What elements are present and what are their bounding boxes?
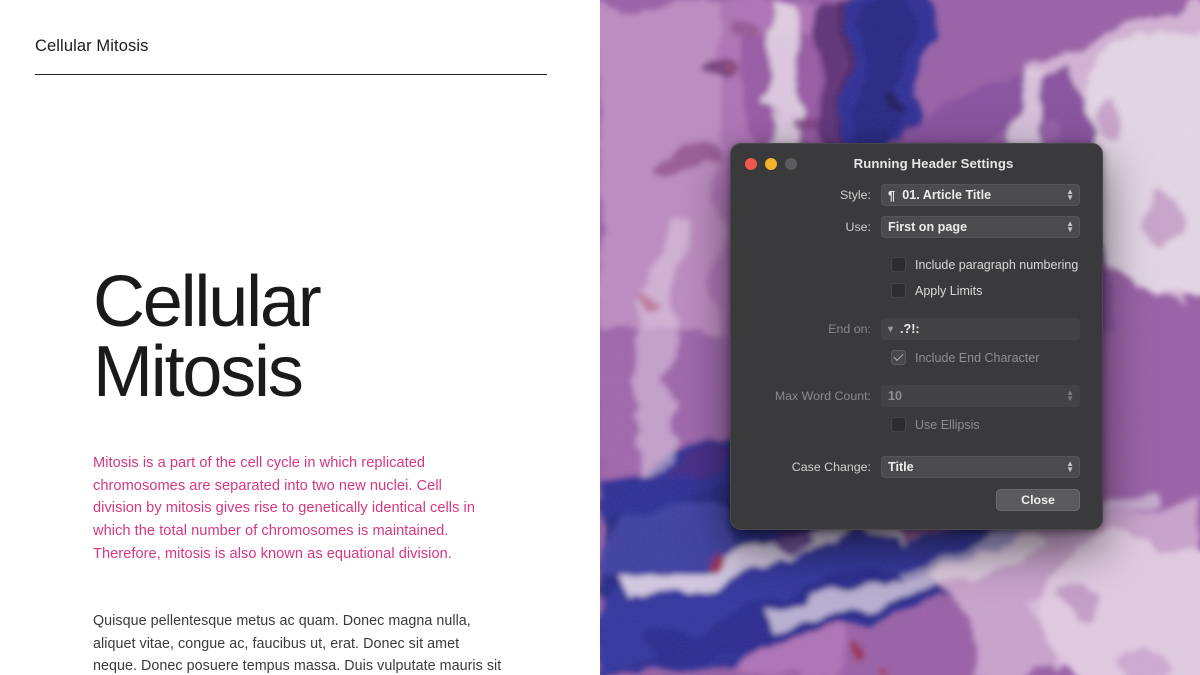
include-paragraph-numbering-row[interactable]: Include paragraph numbering xyxy=(891,257,1080,272)
running-header-text: Cellular Mitosis xyxy=(35,37,149,55)
include-paragraph-numbering-label: Include paragraph numbering xyxy=(915,257,1079,272)
use-select[interactable]: First on page ▲ ▼ xyxy=(881,216,1080,238)
case-change-value: Title xyxy=(888,460,914,474)
chevron-down-icon: ▾ xyxy=(888,323,894,335)
chevron-updown-icon[interactable]: ▲ ▼ xyxy=(1066,188,1074,202)
include-end-character-row[interactable]: Include End Character xyxy=(891,350,1080,365)
max-word-count-row: Max Word Count: 10 ▲ ▼ xyxy=(753,385,1080,407)
close-button[interactable]: Close xyxy=(996,489,1080,511)
max-word-count-value: 10 xyxy=(888,389,903,403)
use-select-value: First on page xyxy=(888,220,968,234)
case-change-select[interactable]: Title ▲ ▼ xyxy=(881,456,1080,478)
document-pane: Cellular Mitosis Cellular Mitosis Mitosi… xyxy=(0,0,600,675)
lead-paragraph: Mitosis is a part of the cell cycle in w… xyxy=(93,454,475,563)
checkmark-icon xyxy=(893,351,904,362)
use-row: Use: First on page ▲ ▼ xyxy=(753,216,1080,238)
style-select[interactable]: ¶ 01. Article Title ▲ ▼ xyxy=(881,184,1080,206)
include-end-character-label: Include End Character xyxy=(915,350,1040,365)
style-row: Style: ¶ 01. Article Title ▲ ▼ xyxy=(753,184,1080,206)
style-label: Style: xyxy=(840,188,871,202)
dialog-titlebar[interactable]: Running Header Settings xyxy=(731,144,1102,184)
chevron-updown-icon[interactable]: ▲ ▼ xyxy=(1066,460,1074,474)
apply-limits-checkbox[interactable] xyxy=(891,283,906,298)
case-change-row: Case Change: Title ▲ ▼ xyxy=(753,456,1080,478)
include-paragraph-numbering-checkbox[interactable] xyxy=(891,257,906,272)
page-title: Cellular Mitosis xyxy=(93,262,322,412)
apply-limits-label: Apply Limits xyxy=(915,283,983,298)
max-word-count-label: Max Word Count: xyxy=(774,389,871,403)
running-header-settings-dialog[interactable]: Running Header Settings Style: ¶ 01. Art… xyxy=(730,143,1103,530)
running-header: Cellular Mitosis xyxy=(35,36,547,57)
use-ellipsis-row[interactable]: Use Ellipsis xyxy=(891,417,1080,432)
end-on-row: End on: ▾ .?!: xyxy=(753,318,1080,340)
style-select-value: 01. Article Title xyxy=(902,188,992,202)
include-end-character-checkbox[interactable] xyxy=(891,350,906,365)
pilcrow-icon: ¶ xyxy=(888,187,896,203)
use-label: Use: xyxy=(845,220,871,234)
end-on-label: End on: xyxy=(828,322,871,336)
chevron-updown-icon[interactable]: ▲ ▼ xyxy=(1066,389,1074,403)
header-rule-divider xyxy=(35,74,547,76)
dialog-form: Style: ¶ 01. Article Title ▲ ▼ Use: First… xyxy=(731,184,1102,478)
application-window: Cellular Mitosis Cellular Mitosis Mitosi… xyxy=(0,0,1200,675)
end-on-select[interactable]: ▾ .?!: xyxy=(881,318,1080,340)
body-paragraph: Quisque pellentesque metus ac quam. Done… xyxy=(93,613,502,675)
apply-limits-row[interactable]: Apply Limits xyxy=(891,283,1080,298)
case-change-label: Case Change: xyxy=(791,460,871,474)
max-word-count-stepper[interactable]: 10 ▲ ▼ xyxy=(881,385,1080,407)
dialog-footer: Close xyxy=(996,489,1080,511)
dialog-title: Running Header Settings xyxy=(853,156,1014,171)
use-ellipsis-label: Use Ellipsis xyxy=(915,417,980,432)
end-on-value: .?!: xyxy=(900,322,920,336)
document-body: Cellular Mitosis Mitosis is a part of th… xyxy=(93,262,513,675)
use-ellipsis-checkbox[interactable] xyxy=(891,417,906,432)
chevron-updown-icon[interactable]: ▲ ▼ xyxy=(1066,220,1074,234)
